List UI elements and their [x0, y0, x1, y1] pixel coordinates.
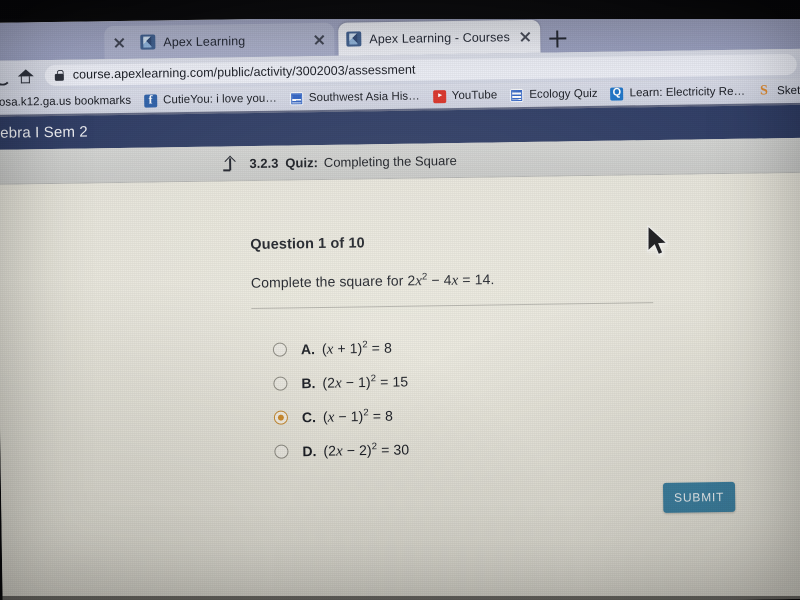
- bookmark-item-learn-electricity[interactable]: Learn: Electricity Re…: [610, 85, 746, 101]
- choice-letter: B.: [301, 375, 316, 392]
- apex-favicon: [346, 31, 362, 47]
- tab-close-icon[interactable]: [518, 29, 532, 43]
- choice-letter: C.: [301, 409, 317, 426]
- facebook-icon: [144, 93, 158, 108]
- apex-favicon: [140, 34, 156, 50]
- photo-bottom-edge: [0, 596, 800, 600]
- forms-icon: [510, 88, 524, 102]
- prompt-middle: − 4: [427, 271, 452, 289]
- expr-term: − 1): [334, 407, 364, 425]
- quizlet-icon: [610, 86, 624, 101]
- expr-result: = 30: [377, 441, 410, 458]
- browser-tab-apex-learning-courses[interactable]: Apex Learning - Courses: [338, 19, 541, 56]
- answer-choice-b[interactable]: B. (2x − 1)2 = 15: [273, 365, 408, 401]
- choice-expression: (2x − 1)2 = 15: [322, 372, 408, 392]
- question-prompt: Complete the square for 2x2 − 4x = 14.: [251, 268, 671, 293]
- youtube-icon: [432, 90, 446, 104]
- browser-window: Apex Learning Apex Learning - Courses co…: [0, 10, 800, 600]
- horizontal-divider: [251, 302, 654, 310]
- bookmark-item-youtube[interactable]: YouTube: [432, 88, 498, 104]
- up-arrow-head: [224, 155, 237, 167]
- radio-button-c[interactable]: [273, 410, 289, 425]
- choice-letter: D.: [302, 443, 317, 460]
- course-name: gebra I Sem 2: [0, 123, 88, 142]
- bookmark-item-southwest-asia[interactable]: Southwest Asia His…: [289, 90, 420, 105]
- choice-expression: (x + 1)2 = 8: [322, 339, 392, 359]
- reload-icon: [0, 68, 11, 86]
- tab-close-icon[interactable]: [312, 32, 326, 46]
- prompt-suffix: = 14.: [458, 271, 495, 288]
- answer-choice-list: A. (x + 1)2 = 8 B. (2x − 1)2 = 15 C. (x …: [272, 331, 410, 469]
- expr-term: + 1): [333, 339, 363, 357]
- question-block: Question 1 of 10 Complete the square for…: [250, 231, 671, 293]
- activity-title: Completing the Square: [323, 152, 457, 170]
- url-text: course.apexlearning.com/public/activity/…: [72, 62, 416, 82]
- activity-kind: Quiz:: [285, 154, 318, 171]
- expr-result: = 8: [368, 407, 394, 424]
- choice-letter: A.: [300, 341, 316, 358]
- submit-button[interactable]: SUBMIT: [662, 481, 736, 513]
- bookmark-label: YouTube: [451, 89, 498, 103]
- browser-tab-apex-learning[interactable]: Apex Learning: [104, 22, 335, 60]
- expr-open: (2: [323, 442, 337, 459]
- question-counter: Question 1 of 10: [250, 235, 365, 254]
- radio-button-a[interactable]: [272, 342, 288, 357]
- radio-button-d[interactable]: [274, 444, 289, 459]
- bookmark-label: CutieYou: i love you…: [163, 92, 277, 107]
- answer-choice-a[interactable]: A. (x + 1)2 = 8: [272, 331, 408, 367]
- bookmark-label: Learn: Electricity Re…: [629, 85, 746, 100]
- radio-button-b[interactable]: [273, 376, 288, 391]
- answer-choice-d[interactable]: D. (2x − 2)2 = 30: [274, 433, 409, 469]
- slides-icon: [289, 91, 303, 105]
- tab-title: Apex Learning: [163, 33, 246, 49]
- bookmark-label: Sketchpad 5.1 -: [777, 84, 800, 98]
- quiz-content: Question 1 of 10 Complete the square for…: [0, 172, 800, 600]
- bookmark-item[interactable]: toosa.k12.ga.us bookmarks: [0, 95, 131, 109]
- sketchpad-icon: [758, 85, 771, 98]
- expr-result: = 15: [376, 373, 409, 390]
- answer-choice-c[interactable]: C. (x − 1)2 = 8: [273, 399, 409, 435]
- tab-close-icon-left[interactable]: [112, 35, 126, 49]
- home-button[interactable]: [13, 62, 39, 88]
- tab-title: Apex Learning - Courses: [369, 29, 510, 46]
- choice-expression: (x − 1)2 = 8: [323, 407, 393, 427]
- activity-number: 3.2.3: [249, 155, 279, 171]
- up-arrow-icon[interactable]: [223, 155, 238, 171]
- expr-term: − 1): [341, 373, 371, 391]
- expr-term: − 2): [342, 441, 372, 459]
- photo-of-screen: Apex Learning Apex Learning - Courses co…: [0, 0, 800, 600]
- new-tab-button[interactable]: [546, 27, 568, 49]
- bookmark-item-ecology-quiz[interactable]: Ecology Quiz: [510, 87, 598, 102]
- reload-button[interactable]: [0, 63, 13, 89]
- bookmark-label: toosa.k12.ga.us bookmarks: [0, 94, 132, 109]
- bookmark-label: Southwest Asia His…: [308, 90, 420, 105]
- bookmark-item-cutieyou[interactable]: CutieYou: i love you…: [144, 92, 277, 108]
- choice-expression: (2x − 2)2 = 30: [323, 440, 409, 460]
- photo-top-black-border: [0, 0, 800, 19]
- expr-open: (2: [322, 374, 336, 391]
- expr-result: = 8: [367, 339, 393, 356]
- prompt-prefix: Complete the square for 2: [250, 272, 416, 291]
- lock-icon: [55, 69, 64, 80]
- bookmark-label: Ecology Quiz: [529, 87, 598, 101]
- bookmark-item-sketchpad[interactable]: Sketchpad 5.1 -: [758, 84, 800, 98]
